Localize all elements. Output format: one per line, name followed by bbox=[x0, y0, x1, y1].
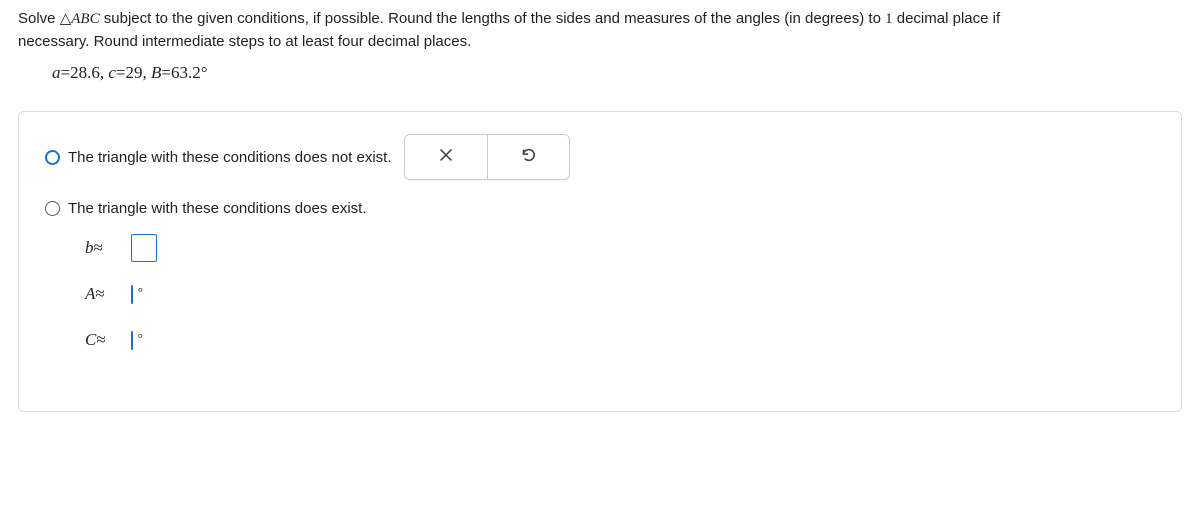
triangle-symbol: △ bbox=[60, 10, 72, 27]
number-one: 1 bbox=[885, 11, 893, 27]
degree-symbol: ° bbox=[138, 331, 143, 344]
undo-icon bbox=[519, 146, 537, 168]
radio-does-exist[interactable] bbox=[45, 201, 60, 216]
action-button-group bbox=[404, 134, 570, 180]
given-values: a=28.6, c=29, B=63.2° bbox=[52, 63, 1182, 83]
choice-not-exist-label: The triangle with these conditions does … bbox=[68, 149, 392, 166]
problem-text: subject to the given conditions, if poss… bbox=[100, 10, 885, 27]
label-C: C≈ bbox=[85, 330, 121, 350]
problem-text: Solve bbox=[18, 10, 60, 27]
answer-row-C: C≈ ° bbox=[85, 325, 1155, 355]
answer-row-A: A≈ ° bbox=[85, 279, 1155, 309]
label-A: A≈ bbox=[85, 284, 121, 304]
reset-button[interactable] bbox=[487, 135, 569, 179]
choice-does-exist-label: The triangle with these conditions does … bbox=[68, 200, 367, 217]
close-icon bbox=[437, 146, 455, 168]
problem-text-line2: necessary. Round intermediate steps to a… bbox=[18, 31, 1182, 54]
problem-text-line1: Solve △ABC subject to the given conditio… bbox=[18, 8, 1182, 31]
label-b: b≈ bbox=[85, 238, 121, 258]
clear-button[interactable] bbox=[405, 135, 487, 179]
answer-row-b: b≈ bbox=[85, 233, 1155, 263]
answer-panel: The triangle with these conditions does … bbox=[18, 111, 1182, 412]
input-A[interactable] bbox=[131, 285, 133, 304]
triangle-name: ABC bbox=[71, 11, 99, 27]
input-b[interactable] bbox=[131, 234, 157, 262]
problem-text: decimal place if bbox=[893, 10, 1001, 27]
degree-symbol: ° bbox=[138, 285, 143, 298]
input-C[interactable] bbox=[131, 331, 133, 350]
sub-answers: b≈ A≈ ° C≈ ° bbox=[85, 233, 1155, 355]
radio-not-exist[interactable] bbox=[45, 150, 60, 165]
